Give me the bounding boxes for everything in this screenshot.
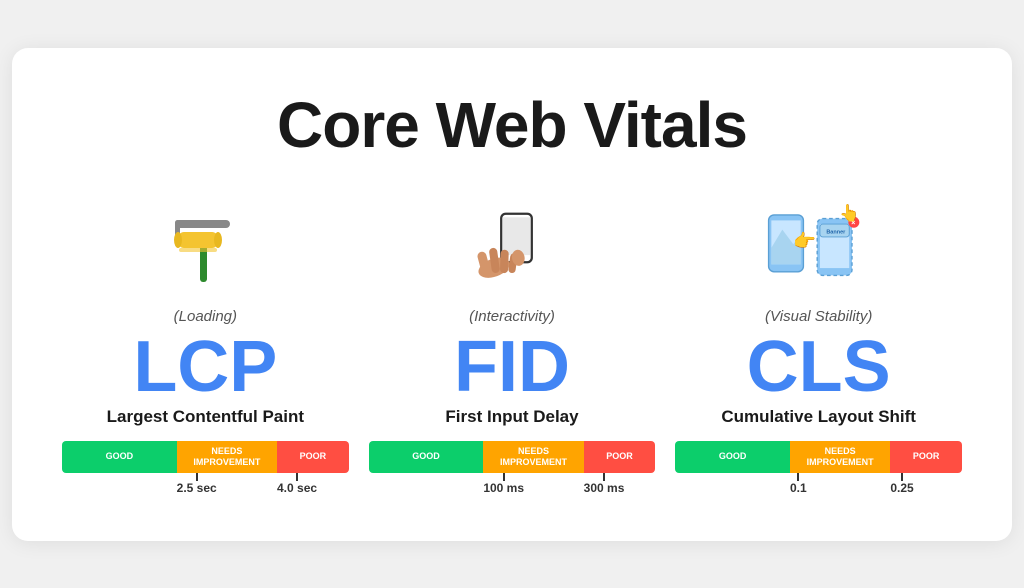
fid-tick-1-line (503, 473, 505, 481)
metric-cls: Banner × 👆 👉 (Visual Stability) CLS Cumu… (675, 192, 962, 501)
lcp-seg-poor: POOR (277, 441, 349, 473)
cls-seg-good: GOOD (675, 441, 790, 473)
cls-tick-2-line (901, 473, 903, 481)
cls-fullname: Cumulative Layout Shift (721, 407, 916, 427)
fid-tick-1-label: 100 ms (483, 481, 524, 495)
cls-needs-label: NEEDSIMPROVEMENT (807, 446, 874, 468)
metric-fid: (Interactivity) FID First Input Delay GO… (369, 192, 656, 501)
fid-good-label: GOOD (412, 451, 440, 462)
cls-ticks: 0.1 0.25 (675, 473, 962, 501)
hand-tapping-icon (467, 202, 557, 292)
metrics-row: (Loading) LCP Largest Contentful Paint G… (62, 192, 962, 501)
metric-lcp: (Loading) LCP Largest Contentful Paint G… (62, 192, 349, 501)
lcp-tick-1-line (196, 473, 198, 481)
lcp-bar-container: GOOD NEEDSIMPROVEMENT POOR 2.5 sec (62, 441, 349, 501)
lcp-subtitle: (Loading) (174, 308, 237, 325)
lcp-tick-2-line (296, 473, 298, 481)
lcp-tick-1: 2.5 sec (177, 473, 217, 495)
cls-icon-area: Banner × 👆 👉 (764, 192, 874, 302)
lcp-acronym: LCP (133, 331, 277, 403)
cls-subtitle: (Visual Stability) (765, 308, 872, 325)
fid-tick-2-label: 300 ms (584, 481, 625, 495)
cls-bar: GOOD NEEDSIMPROVEMENT POOR (675, 441, 962, 473)
cls-acronym: CLS (747, 331, 891, 403)
svg-text:👆: 👆 (839, 203, 860, 222)
lcp-tick-2: 4.0 sec (277, 473, 317, 495)
fid-icon-area (467, 192, 557, 302)
cls-tick-2-label: 0.25 (890, 481, 913, 495)
fid-seg-good: GOOD (369, 441, 484, 473)
lcp-seg-needs: NEEDSIMPROVEMENT (177, 441, 277, 473)
lcp-tick-2-label: 4.0 sec (277, 481, 317, 495)
fid-tick-2: 300 ms (584, 473, 625, 495)
cls-seg-needs: NEEDSIMPROVEMENT (790, 441, 890, 473)
main-card: Core Web Vitals (12, 48, 1012, 541)
fid-acronym: FID (454, 331, 570, 403)
fid-tick-1: 100 ms (483, 473, 524, 495)
cls-tick-1: 0.1 (790, 473, 807, 495)
svg-text:👉: 👉 (793, 230, 816, 251)
lcp-icon-area (165, 192, 245, 302)
fid-seg-needs: NEEDSIMPROVEMENT (483, 441, 583, 473)
lcp-bar: GOOD NEEDSIMPROVEMENT POOR (62, 441, 349, 473)
fid-bar: GOOD NEEDSIMPROVEMENT POOR (369, 441, 656, 473)
fid-bar-container: GOOD NEEDSIMPROVEMENT POOR 100 ms (369, 441, 656, 501)
cls-tick-2: 0.25 (890, 473, 913, 495)
paint-roller-icon (165, 202, 245, 292)
cls-poor-label: POOR (913, 451, 940, 462)
fid-fullname: First Input Delay (445, 407, 578, 427)
cls-tick-1-label: 0.1 (790, 481, 807, 495)
cls-good-label: GOOD (719, 451, 747, 462)
lcp-good-label: GOOD (106, 451, 134, 462)
fid-poor-label: POOR (606, 451, 633, 462)
lcp-ticks: 2.5 sec 4.0 sec (62, 473, 349, 501)
lcp-poor-label: POOR (300, 451, 327, 462)
svg-text:Banner: Banner (826, 229, 846, 235)
cls-bar-container: GOOD NEEDSIMPROVEMENT POOR 0.1 (675, 441, 962, 501)
fid-ticks: 100 ms 300 ms (369, 473, 656, 501)
fid-subtitle: (Interactivity) (469, 308, 555, 325)
cls-seg-poor: POOR (890, 441, 962, 473)
fid-needs-label: NEEDSIMPROVEMENT (500, 446, 567, 468)
lcp-seg-good: GOOD (62, 441, 177, 473)
layout-shift-icon: Banner × 👆 👉 (764, 202, 874, 292)
lcp-needs-label: NEEDSIMPROVEMENT (193, 446, 260, 468)
lcp-fullname: Largest Contentful Paint (107, 407, 304, 427)
fid-tick-2-line (603, 473, 605, 481)
cls-tick-1-line (797, 473, 799, 481)
fid-seg-poor: POOR (584, 441, 656, 473)
page-title: Core Web Vitals (62, 88, 962, 162)
lcp-tick-1-label: 2.5 sec (177, 481, 217, 495)
